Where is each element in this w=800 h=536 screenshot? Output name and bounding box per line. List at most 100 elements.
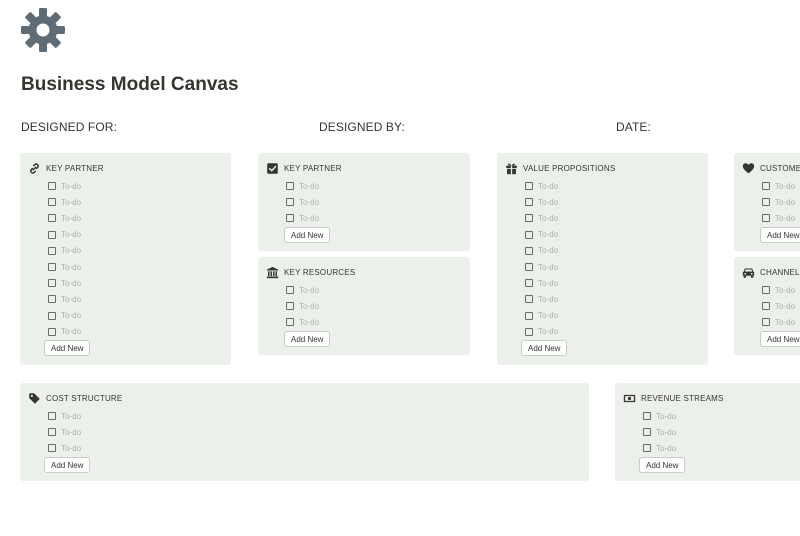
todo-item[interactable]: To-do — [762, 282, 795, 298]
todo-item[interactable]: To-do — [525, 194, 558, 210]
todo-checkbox[interactable] — [286, 182, 294, 191]
todo-text[interactable]: To-do — [61, 279, 81, 288]
todo-checkbox[interactable] — [643, 412, 651, 421]
todo-text[interactable]: To-do — [538, 246, 558, 255]
todo-checkbox[interactable] — [525, 214, 533, 223]
todo-checkbox[interactable] — [48, 444, 56, 453]
todo-item[interactable]: To-do — [525, 178, 558, 194]
todo-text[interactable]: To-do — [61, 327, 81, 336]
todo-checkbox[interactable] — [286, 286, 294, 295]
todo-item[interactable]: To-do — [762, 194, 795, 210]
todo-item[interactable]: To-do — [525, 227, 558, 243]
todo-text[interactable]: To-do — [775, 286, 795, 295]
todo-text[interactable]: To-do — [61, 311, 81, 320]
todo-text[interactable]: To-do — [299, 318, 319, 327]
todo-item[interactable]: To-do — [525, 243, 558, 259]
todo-checkbox[interactable] — [762, 302, 770, 311]
todo-checkbox[interactable] — [525, 327, 533, 336]
todo-checkbox[interactable] — [525, 246, 533, 255]
todo-checkbox[interactable] — [286, 318, 294, 327]
add-new-button[interactable]: Add New — [521, 340, 568, 356]
todo-item[interactable]: To-do — [48, 210, 81, 226]
todo-item[interactable]: To-do — [48, 275, 81, 291]
todo-item[interactable]: To-do — [286, 178, 319, 194]
todo-text[interactable]: To-do — [61, 198, 81, 207]
todo-text[interactable]: To-do — [775, 182, 795, 191]
todo-checkbox[interactable] — [643, 428, 651, 437]
todo-text[interactable]: To-do — [656, 428, 676, 437]
todo-checkbox[interactable] — [48, 230, 56, 239]
todo-text[interactable]: To-do — [538, 295, 558, 304]
todo-checkbox[interactable] — [762, 318, 770, 327]
todo-checkbox[interactable] — [48, 428, 56, 437]
todo-text[interactable]: To-do — [61, 182, 81, 191]
add-new-button[interactable]: Add New — [44, 340, 91, 356]
todo-text[interactable]: To-do — [538, 182, 558, 191]
add-new-button[interactable]: Add New — [284, 331, 331, 347]
todo-text[interactable]: To-do — [61, 263, 81, 272]
todo-item[interactable]: To-do — [643, 424, 676, 440]
todo-text[interactable]: To-do — [538, 230, 558, 239]
todo-item[interactable]: To-do — [48, 440, 81, 456]
todo-text[interactable]: To-do — [299, 302, 319, 311]
todo-item[interactable]: To-do — [48, 424, 81, 440]
todo-checkbox[interactable] — [525, 230, 533, 239]
add-new-button[interactable]: Add New — [760, 227, 800, 243]
todo-item[interactable]: To-do — [48, 308, 81, 324]
todo-item[interactable]: To-do — [762, 314, 795, 330]
todo-checkbox[interactable] — [525, 198, 533, 207]
todo-checkbox[interactable] — [48, 263, 56, 272]
todo-checkbox[interactable] — [525, 295, 533, 304]
todo-checkbox[interactable] — [525, 279, 533, 288]
todo-text[interactable]: To-do — [299, 214, 319, 223]
todo-item[interactable]: To-do — [48, 227, 81, 243]
todo-text[interactable]: To-do — [61, 295, 81, 304]
todo-checkbox[interactable] — [762, 182, 770, 191]
todo-item[interactable]: To-do — [48, 291, 81, 307]
add-new-button[interactable]: Add New — [639, 457, 686, 473]
todo-text[interactable]: To-do — [656, 444, 676, 453]
todo-item[interactable]: To-do — [48, 194, 81, 210]
todo-item[interactable]: To-do — [286, 298, 319, 314]
todo-item[interactable]: To-do — [48, 243, 81, 259]
todo-checkbox[interactable] — [286, 198, 294, 207]
todo-text[interactable]: To-do — [61, 214, 81, 223]
todo-checkbox[interactable] — [286, 302, 294, 311]
add-new-button[interactable]: Add New — [284, 227, 331, 243]
todo-item[interactable]: To-do — [286, 210, 319, 226]
todo-item[interactable]: To-do — [48, 178, 81, 194]
todo-checkbox[interactable] — [643, 444, 651, 453]
todo-checkbox[interactable] — [48, 182, 56, 191]
todo-item[interactable]: To-do — [525, 324, 558, 340]
todo-item[interactable]: To-do — [762, 178, 795, 194]
todo-text[interactable]: To-do — [775, 302, 795, 311]
todo-item[interactable]: To-do — [525, 291, 558, 307]
todo-text[interactable]: To-do — [775, 214, 795, 223]
todo-checkbox[interactable] — [48, 214, 56, 223]
todo-text[interactable]: To-do — [61, 230, 81, 239]
todo-checkbox[interactable] — [286, 214, 294, 223]
todo-text[interactable]: To-do — [61, 246, 81, 255]
todo-text[interactable]: To-do — [538, 311, 558, 320]
todo-checkbox[interactable] — [48, 246, 56, 255]
todo-item[interactable]: To-do — [762, 210, 795, 226]
todo-item[interactable]: To-do — [525, 210, 558, 226]
todo-text[interactable]: To-do — [299, 286, 319, 295]
todo-checkbox[interactable] — [525, 182, 533, 191]
todo-checkbox[interactable] — [48, 198, 56, 207]
todo-item[interactable]: To-do — [762, 298, 795, 314]
todo-checkbox[interactable] — [762, 198, 770, 207]
todo-checkbox[interactable] — [762, 214, 770, 223]
todo-item[interactable]: To-do — [286, 194, 319, 210]
todo-text[interactable]: To-do — [61, 428, 81, 437]
todo-text[interactable]: To-do — [299, 182, 319, 191]
todo-item[interactable]: To-do — [525, 275, 558, 291]
todo-text[interactable]: To-do — [538, 214, 558, 223]
todo-text[interactable]: To-do — [61, 444, 81, 453]
todo-item[interactable]: To-do — [643, 408, 676, 424]
todo-text[interactable]: To-do — [775, 198, 795, 207]
todo-checkbox[interactable] — [525, 263, 533, 272]
todo-item[interactable]: To-do — [48, 408, 81, 424]
todo-checkbox[interactable] — [48, 412, 56, 421]
todo-text[interactable]: To-do — [538, 327, 558, 336]
